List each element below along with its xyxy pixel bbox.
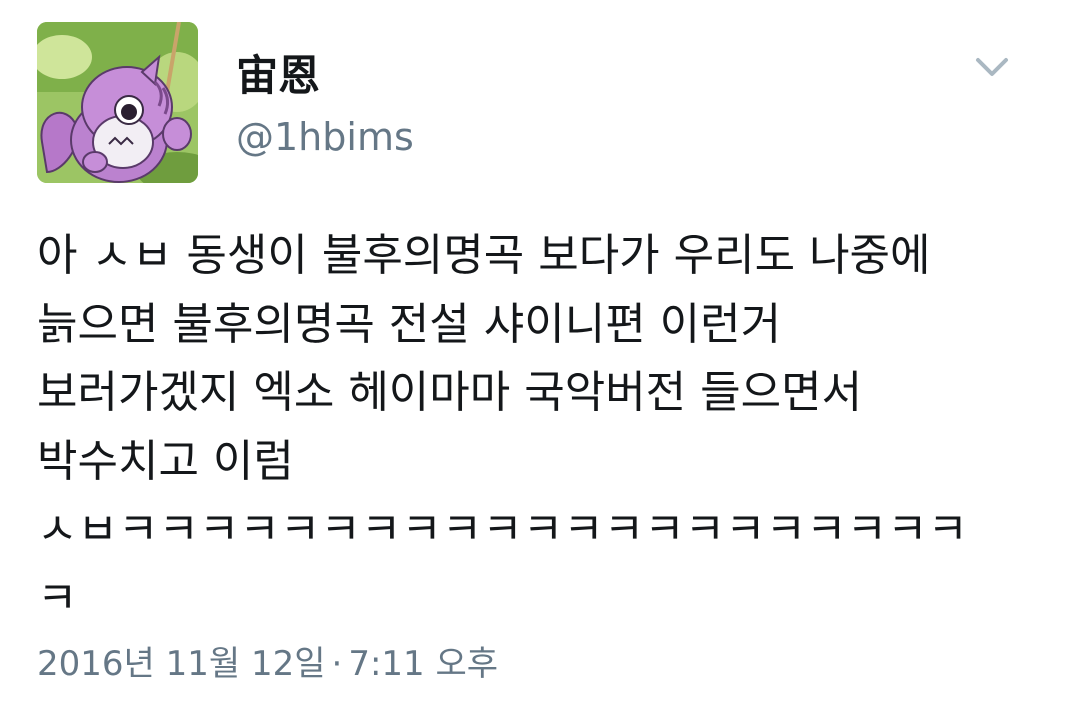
chevron-down-icon-glyph — [976, 58, 1008, 76]
tweet-text-line: 박수치고 이럼 — [37, 435, 294, 487]
display-name[interactable]: 宙恩 — [236, 50, 320, 102]
tweet-time: 7:11 오후 — [348, 644, 499, 684]
chevron-down-icon[interactable] — [968, 48, 1016, 88]
purple-squirrel-avatar-image — [37, 22, 198, 183]
tweet-text-line: 보러가겠지 엑소 헤이마마 국악버전 들으면서 — [37, 367, 863, 418]
tweet-date: 2016년 11월 12일 — [37, 644, 326, 684]
tweet-text-line: ㅋ — [37, 572, 78, 624]
tweet-card: 宙恩 @1hbims 아 ㅅㅂ 동생이 불후의명곡 보다가 우리도 나중에 늙으… — [0, 0, 1080, 714]
tweet-text-line: 아 ㅅㅂ 동생이 불후의명곡 보다가 우리도 나중에 — [37, 230, 931, 281]
tweet-timestamp[interactable]: 2016년 11월 12일 · 7:11 오후 — [37, 642, 498, 686]
timestamp-separator: · — [331, 644, 343, 684]
user-handle[interactable]: @1hbims — [236, 113, 414, 161]
tweet-text: 아 ㅅㅂ 동생이 불후의명곡 보다가 우리도 나중에 늙으면 불후의명곡 전설 … — [37, 222, 1047, 633]
avatar[interactable] — [37, 22, 198, 183]
tweet-text-line: ㅅㅂㅋㅋㅋㅋㅋㅋㅋㅋㅋㅋㅋㅋㅋㅋㅋㅋㅋㅋㅋㅋㅋ — [37, 504, 969, 555]
tweet-text-line: 늙으면 불후의명곡 전설 샤이니편 이런거 — [37, 298, 782, 350]
